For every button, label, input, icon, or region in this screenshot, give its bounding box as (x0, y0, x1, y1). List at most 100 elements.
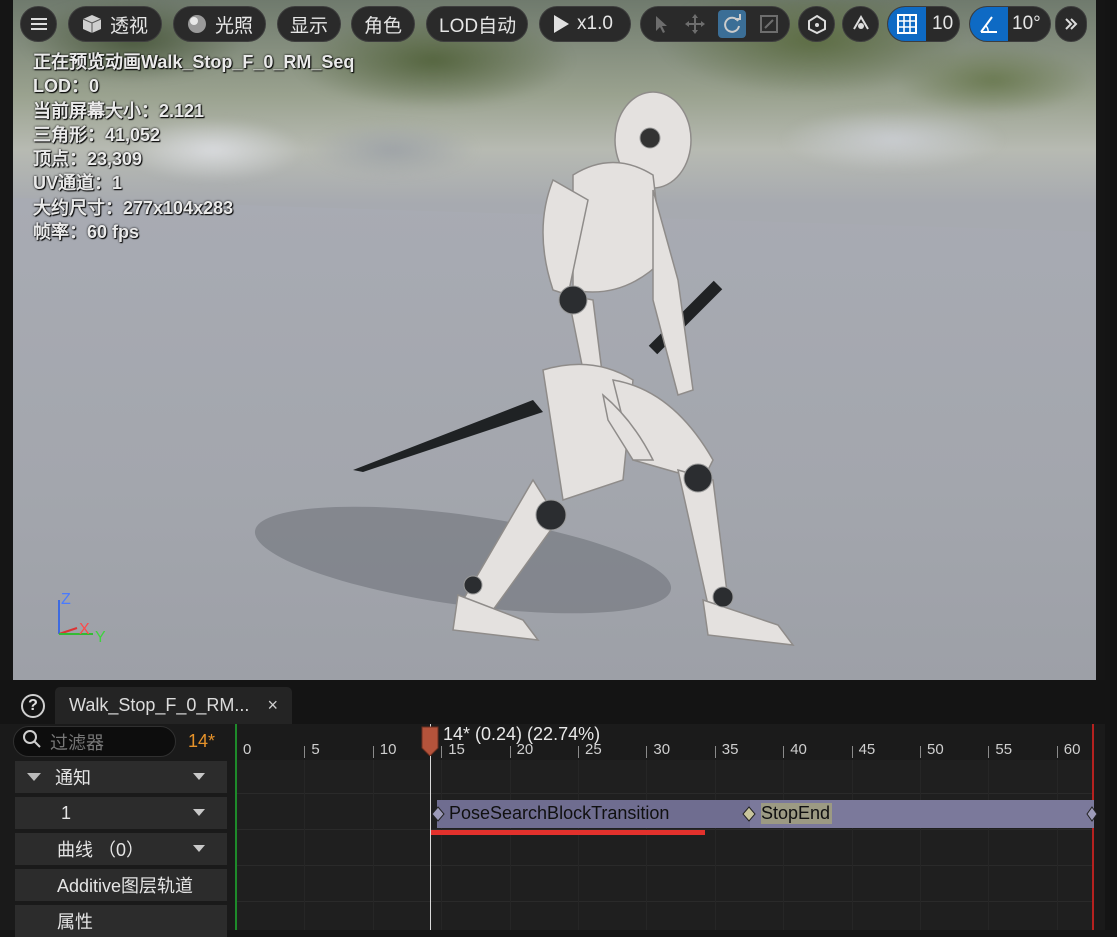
stat-lod: LOD：0 (33, 76, 100, 97)
ruler-tick (920, 746, 921, 758)
stat-approx-size: 大约尺寸：277x104x283 (33, 197, 234, 218)
chevron-down-icon[interactable] (193, 809, 205, 816)
lod-button[interactable]: LOD自动 (426, 6, 528, 42)
local-space-button[interactable] (798, 6, 835, 42)
notify-end-diamond-icon (1086, 806, 1098, 822)
stat-preview: 正在预览动画Walk_Stop_F_0_RM_Seq (33, 52, 355, 72)
grid-line (920, 760, 921, 930)
time-ruler[interactable]: 0 5 10 15 20 25 30 35 40 45 50 55 60 (236, 724, 1094, 760)
lighting-button[interactable]: 光照 (173, 6, 266, 42)
ruler-tick-label: 55 (995, 741, 1013, 758)
notify-track-1-row[interactable]: 1 (15, 797, 227, 829)
notify-diamond-icon[interactable] (742, 806, 756, 822)
rotate-icon[interactable] (718, 10, 747, 38)
additive-row[interactable]: Additive图层轨道 (15, 869, 227, 901)
additive-label: Additive图层轨道 (57, 876, 194, 896)
character-button[interactable]: 角色 (351, 6, 415, 42)
transform-tools (640, 6, 790, 42)
notify-lane (236, 760, 1094, 794)
rotation-snap-value: 10° (1012, 13, 1041, 34)
lighting-label: 光照 (215, 15, 254, 37)
perspective-button[interactable]: 透视 (68, 6, 162, 42)
grid-line (578, 760, 579, 930)
show-label: 显示 (290, 15, 329, 37)
ruler-tick (988, 746, 990, 758)
attributes-label: 属性 (57, 912, 93, 932)
chevron-down-icon[interactable] (193, 845, 205, 852)
error-underline (430, 830, 705, 835)
stat-vertices: 顶点：23,309 (33, 149, 143, 170)
grid-line (988, 760, 990, 930)
current-frame: 14* (188, 731, 216, 751)
surface-snap-button[interactable] (842, 6, 879, 42)
play-icon (552, 14, 570, 34)
playhead-marker[interactable] (421, 726, 439, 756)
filter-input[interactable]: 过滤器 (13, 726, 176, 757)
hamburger-icon (30, 17, 47, 31)
play-speed-label: x1.0 (577, 13, 613, 34)
stat-frame-rate: 帧率：60 fps (33, 222, 140, 243)
ruler-tick (441, 746, 443, 758)
chevron-down-icon[interactable] (193, 773, 205, 780)
tab-walk-stop[interactable]: Walk_Stop_F_0_RM... × (55, 687, 292, 724)
tab-bar: ? Walk_Stop_F_0_RM... × (0, 680, 1117, 724)
ruler-tick (509, 746, 511, 758)
ruler-tick (304, 746, 306, 758)
start-marker (235, 724, 237, 930)
help-icon[interactable]: ? (21, 694, 45, 718)
notify-pose-search[interactable]: PoseSearchBlockTransition (449, 803, 689, 824)
notify-stop-end[interactable]: StopEnd (761, 803, 832, 824)
stat-screen-size: 当前屏幕大小：2.121 (33, 100, 205, 121)
ruler-tick (783, 746, 785, 758)
ruler-tick (1056, 746, 1058, 758)
viewport-stats: 正在预览动画Walk_Stop_F_0_RM_Seq LOD：0 当前屏幕大小：… (33, 50, 354, 244)
collapse-icon[interactable] (27, 773, 41, 781)
curves-row[interactable]: 曲线 （0） (15, 833, 227, 865)
surface-snap-icon (850, 13, 872, 35)
ruler-tick (372, 746, 374, 758)
notify-row[interactable]: 通知 (15, 761, 227, 793)
double-chevron-right-icon (1064, 17, 1078, 31)
notify-diamond-icon[interactable] (431, 806, 445, 822)
select-icon[interactable] (651, 14, 671, 34)
ruler-tick (714, 746, 716, 758)
grid-line (441, 760, 443, 930)
grid-icon (888, 7, 926, 41)
track-list: 过滤器 14* 通知 1 曲线 （0） Additive图层轨道 属性 (13, 724, 227, 937)
track-1-label: 1 (61, 802, 72, 823)
tab-title: Walk_Stop_F_0_RM... (69, 695, 250, 715)
rotation-snap-toggle[interactable]: 10° (969, 6, 1051, 42)
filter-placeholder: 过滤器 (50, 732, 104, 753)
close-icon[interactable]: × (267, 695, 278, 716)
ruler-tick-label: 45 (858, 741, 876, 758)
more-options-button[interactable] (1055, 6, 1087, 42)
attributes-row[interactable]: 属性 (15, 905, 227, 937)
move-icon[interactable] (684, 13, 706, 35)
playhead-label: 14* (0.24) (22.74%) (443, 724, 601, 744)
perspective-label: 透视 (110, 15, 149, 37)
cube-icon (81, 13, 103, 35)
grid-line (304, 760, 306, 930)
grid-line (509, 760, 511, 930)
grid-line (714, 760, 716, 930)
play-speed-button[interactable]: x1.0 (539, 6, 631, 42)
curves-lane (236, 832, 1094, 866)
grid-snap-toggle[interactable]: 10 (887, 6, 960, 42)
right-edge-bar (1105, 0, 1117, 930)
ruler-tick-label: 10 (379, 741, 397, 758)
grid-line (372, 760, 374, 930)
ruler-tick (578, 746, 579, 758)
ruler-tick (646, 746, 648, 758)
ruler-tick-label: 35 (721, 741, 739, 758)
ruler-tick-label: 60 (1063, 741, 1081, 758)
sphere-icon (186, 13, 208, 35)
menu-button[interactable] (20, 6, 57, 42)
stat-uv-channels: UV通道：1 (33, 173, 123, 194)
ruler-tick-label: 40 (790, 741, 807, 758)
ruler-tick-label: 0 (243, 741, 252, 758)
axis-gizmo: Z X Y (58, 591, 106, 646)
show-button[interactable]: 显示 (277, 6, 341, 42)
curves-label: 曲线 （0） (57, 840, 145, 860)
scale-icon[interactable] (759, 14, 779, 34)
3d-viewport[interactable]: 正在预览动画Walk_Stop_F_0_RM_Seq LOD：0 当前屏幕大小：… (13, 0, 1096, 680)
